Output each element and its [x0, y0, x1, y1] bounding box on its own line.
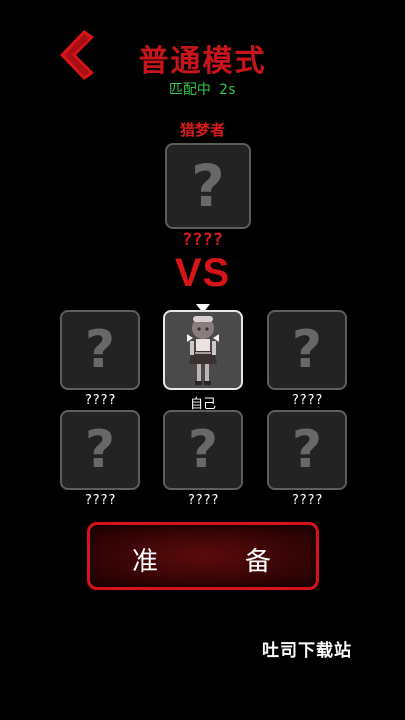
question-mark-icon: ?: [187, 420, 219, 480]
player-slot-1: ?: [60, 310, 140, 390]
player-slot-self: [163, 310, 243, 390]
player-name-4: ????: [84, 493, 116, 508]
player-avatar: [187, 316, 219, 385]
watermark: 吐司下载站: [262, 641, 352, 661]
player-name-5: ????: [187, 493, 219, 508]
player-name-3: ????: [291, 393, 323, 408]
versus-label: VS: [174, 251, 231, 295]
hunter-role-label: 猎梦者: [179, 121, 225, 139]
player-slot-6: ?: [267, 410, 347, 490]
question-mark-icon: ?: [291, 420, 323, 480]
matching-status: 匹配中 2s: [168, 82, 237, 98]
question-mark-icon: ?: [84, 420, 116, 480]
question-mark-icon: ?: [191, 152, 225, 220]
ready-label-2: 备: [245, 547, 272, 577]
ready-label-1: 准: [132, 547, 159, 577]
matchmaking-screen: 普通模式 匹配中 2s 猎梦者 ? ???? VS ? ???? 自己 ? ??…: [0, 0, 405, 720]
hunter-name: ????: [182, 230, 223, 250]
player-slot-4: ?: [60, 410, 140, 490]
hunter-slot: ?: [165, 143, 251, 229]
mode-title: 普通模式: [138, 44, 267, 79]
question-mark-icon: ?: [291, 320, 323, 380]
player-name-1: ????: [84, 393, 116, 408]
player-slot-3: ?: [267, 310, 347, 390]
question-mark-icon: ?: [84, 320, 116, 380]
ready-button[interactable]: 准 备: [87, 522, 319, 590]
player-slot-5: ?: [163, 410, 243, 490]
player-name-6: ????: [291, 493, 323, 508]
